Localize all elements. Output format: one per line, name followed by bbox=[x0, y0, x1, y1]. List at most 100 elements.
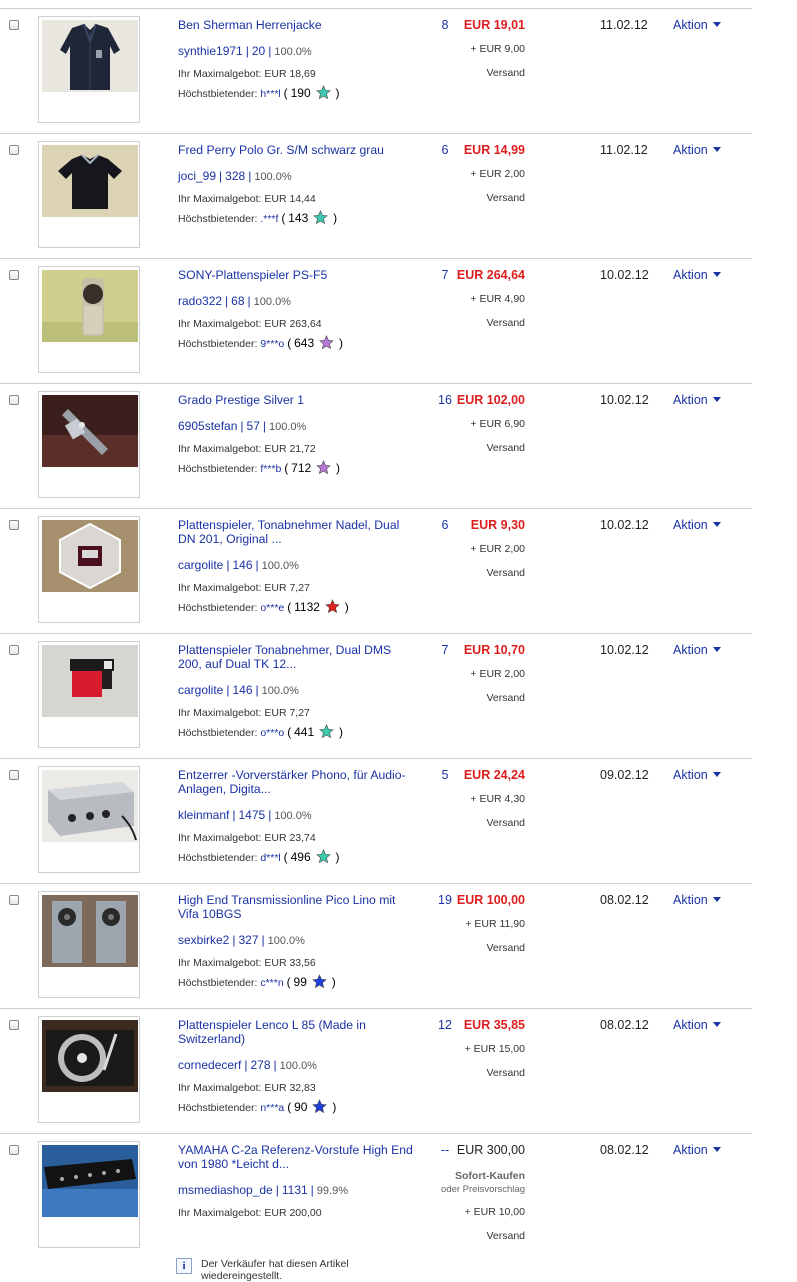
item-title-link[interactable]: YAMAHA C-2a Referenz-Vorstufe High End v… bbox=[178, 1143, 418, 1171]
select-checkbox[interactable] bbox=[9, 270, 19, 280]
feedback-star-icon bbox=[319, 335, 334, 353]
high-bidder: Höchstbietender: o***o ( 441 ) bbox=[178, 724, 343, 742]
seller-feedback-score[interactable]: 20 bbox=[252, 44, 265, 58]
seller-feedback-score[interactable]: 1131 bbox=[282, 1183, 308, 1197]
high-bidder-user[interactable]: .***f bbox=[260, 213, 278, 225]
bid-count: 8 bbox=[441, 18, 449, 32]
item-title-link[interactable]: Plattenspieler Lenco L 85 (Made in Switz… bbox=[178, 1018, 418, 1046]
shipping-cost: + EUR 4,90 bbox=[470, 293, 525, 305]
action-dropdown[interactable]: Aktion bbox=[673, 1143, 721, 1157]
seller-name-link[interactable]: cargolite bbox=[178, 558, 223, 572]
item-title-link[interactable]: Grado Prestige Silver 1 bbox=[178, 393, 418, 407]
feedback-close-paren: ) bbox=[333, 211, 338, 225]
item-photo bbox=[42, 270, 138, 342]
feedback-star-icon bbox=[325, 599, 340, 617]
high-bidder-feedback-score: 712 bbox=[291, 461, 312, 475]
high-bidder-user[interactable]: n***a bbox=[260, 1102, 284, 1114]
select-checkbox[interactable] bbox=[9, 770, 19, 780]
item-thumbnail[interactable] bbox=[38, 766, 140, 873]
action-dropdown[interactable]: Aktion bbox=[673, 18, 721, 32]
separator: | bbox=[262, 419, 266, 433]
seller-feedback-score[interactable]: 146 bbox=[232, 558, 252, 572]
action-dropdown[interactable]: Aktion bbox=[673, 1018, 721, 1032]
high-bidder-user[interactable]: f***b bbox=[260, 463, 281, 475]
item-thumbnail[interactable] bbox=[38, 16, 140, 123]
action-dropdown[interactable]: Aktion bbox=[673, 143, 721, 157]
high-bidder-user[interactable]: o***o bbox=[260, 727, 284, 739]
high-bidder-user[interactable]: h***l bbox=[260, 88, 280, 100]
row-divider bbox=[0, 133, 752, 134]
select-checkbox[interactable] bbox=[9, 520, 19, 530]
max-bid-value: EUR 7,27 bbox=[264, 582, 310, 594]
seller-feedback-score[interactable]: 327 bbox=[238, 933, 258, 947]
seller-feedback-percent: 100.0% bbox=[254, 171, 292, 183]
item-title-link[interactable]: Entzerrer -Vorverstärker Phono, für Audi… bbox=[178, 768, 418, 796]
item-title-link[interactable]: SONY-Plattenspieler PS-F5 bbox=[178, 268, 418, 282]
max-bid-label: Ihr Maximalgebot: bbox=[178, 582, 262, 594]
row-divider bbox=[0, 1008, 752, 1009]
item-thumbnail[interactable] bbox=[38, 891, 140, 998]
item-thumbnail[interactable] bbox=[38, 266, 140, 373]
select-checkbox[interactable] bbox=[9, 145, 19, 155]
item-thumbnail[interactable] bbox=[38, 1141, 140, 1248]
max-bid-label: Ihr Maximalgebot: bbox=[178, 707, 262, 719]
action-label: Aktion bbox=[673, 1018, 708, 1032]
seller-name-link[interactable]: sexbirke2 bbox=[178, 933, 229, 947]
max-bid: Ihr Maximalgebot: EUR 7,27 bbox=[178, 582, 310, 594]
item-thumbnail[interactable] bbox=[38, 516, 140, 623]
bid-count: 12 bbox=[438, 1018, 452, 1032]
item-thumbnail[interactable] bbox=[38, 641, 140, 748]
item-title-link[interactable]: High End Transmissionline Pico Lino mit … bbox=[178, 893, 418, 921]
item-thumbnail[interactable] bbox=[38, 1016, 140, 1123]
row-divider bbox=[0, 883, 752, 884]
action-dropdown[interactable]: Aktion bbox=[673, 518, 721, 532]
action-dropdown[interactable]: Aktion bbox=[673, 893, 721, 907]
item-thumbnail[interactable] bbox=[38, 391, 140, 498]
seller-name-link[interactable]: kleinmanf bbox=[178, 808, 229, 822]
seller-name-link[interactable]: synthie1971 bbox=[178, 44, 243, 58]
seller-name-link[interactable]: msmediashop_de bbox=[178, 1183, 273, 1197]
select-checkbox[interactable] bbox=[9, 20, 19, 30]
action-dropdown[interactable]: Aktion bbox=[673, 768, 721, 782]
select-checkbox[interactable] bbox=[9, 1145, 19, 1155]
feedback-close-paren: ) bbox=[335, 850, 340, 864]
seller-feedback-percent: 100.0% bbox=[261, 685, 299, 697]
high-bidder-user[interactable]: 9***o bbox=[260, 338, 284, 350]
seller-feedback-score[interactable]: 278 bbox=[251, 1058, 271, 1072]
shipping-cost: + EUR 15,00 bbox=[464, 1043, 525, 1055]
high-bidder-user[interactable]: o***e bbox=[260, 602, 284, 614]
seller-name-link[interactable]: cargolite bbox=[178, 683, 223, 697]
seller-feedback-score[interactable]: 57 bbox=[247, 419, 260, 433]
item-title-link[interactable]: Plattenspieler Tonabnehmer, Dual DMS 200… bbox=[178, 643, 418, 671]
action-dropdown[interactable]: Aktion bbox=[673, 268, 721, 282]
item-thumbnail[interactable] bbox=[38, 141, 140, 248]
select-checkbox[interactable] bbox=[9, 395, 19, 405]
item-title-link[interactable]: Ben Sherman Herrenjacke bbox=[178, 18, 418, 32]
high-bidder-user[interactable]: c***n bbox=[260, 977, 283, 989]
bid-count: -- bbox=[440, 1143, 450, 1157]
seller-feedback-score[interactable]: 1475 bbox=[238, 808, 265, 822]
select-checkbox[interactable] bbox=[9, 1020, 19, 1030]
high-bidder: Höchstbietender: n***a ( 90 ) bbox=[178, 1099, 336, 1117]
shipping-cost: + EUR 4,30 bbox=[470, 793, 525, 805]
item-title-link[interactable]: Fred Perry Polo Gr. S/M schwarz grau bbox=[178, 143, 418, 157]
seller-name-link[interactable]: cornedecerf bbox=[178, 1058, 241, 1072]
max-bid-label: Ihr Maximalgebot: bbox=[178, 443, 262, 455]
action-dropdown[interactable]: Aktion bbox=[673, 393, 721, 407]
select-checkbox[interactable] bbox=[9, 645, 19, 655]
feedback-open-paren: ( bbox=[287, 600, 292, 614]
seller-name-link[interactable]: 6905stefan bbox=[178, 419, 237, 433]
item-title-link[interactable]: Plattenspieler, Tonabnehmer Nadel, Dual … bbox=[178, 518, 418, 546]
end-date: 11.02.12 bbox=[600, 143, 648, 157]
seller-feedback-score[interactable]: 328 bbox=[225, 169, 245, 183]
item-photo bbox=[42, 645, 138, 717]
seller-feedback-score[interactable]: 68 bbox=[231, 294, 244, 308]
bid-count: 19 bbox=[438, 893, 452, 907]
feedback-star-icon bbox=[311, 974, 327, 992]
action-dropdown[interactable]: Aktion bbox=[673, 643, 721, 657]
seller-feedback-score[interactable]: 146 bbox=[232, 683, 252, 697]
select-checkbox[interactable] bbox=[9, 895, 19, 905]
seller-name-link[interactable]: joci_99 bbox=[178, 169, 216, 183]
seller-name-link[interactable]: rado322 bbox=[178, 294, 222, 308]
high-bidder-user[interactable]: d***l bbox=[260, 852, 280, 864]
